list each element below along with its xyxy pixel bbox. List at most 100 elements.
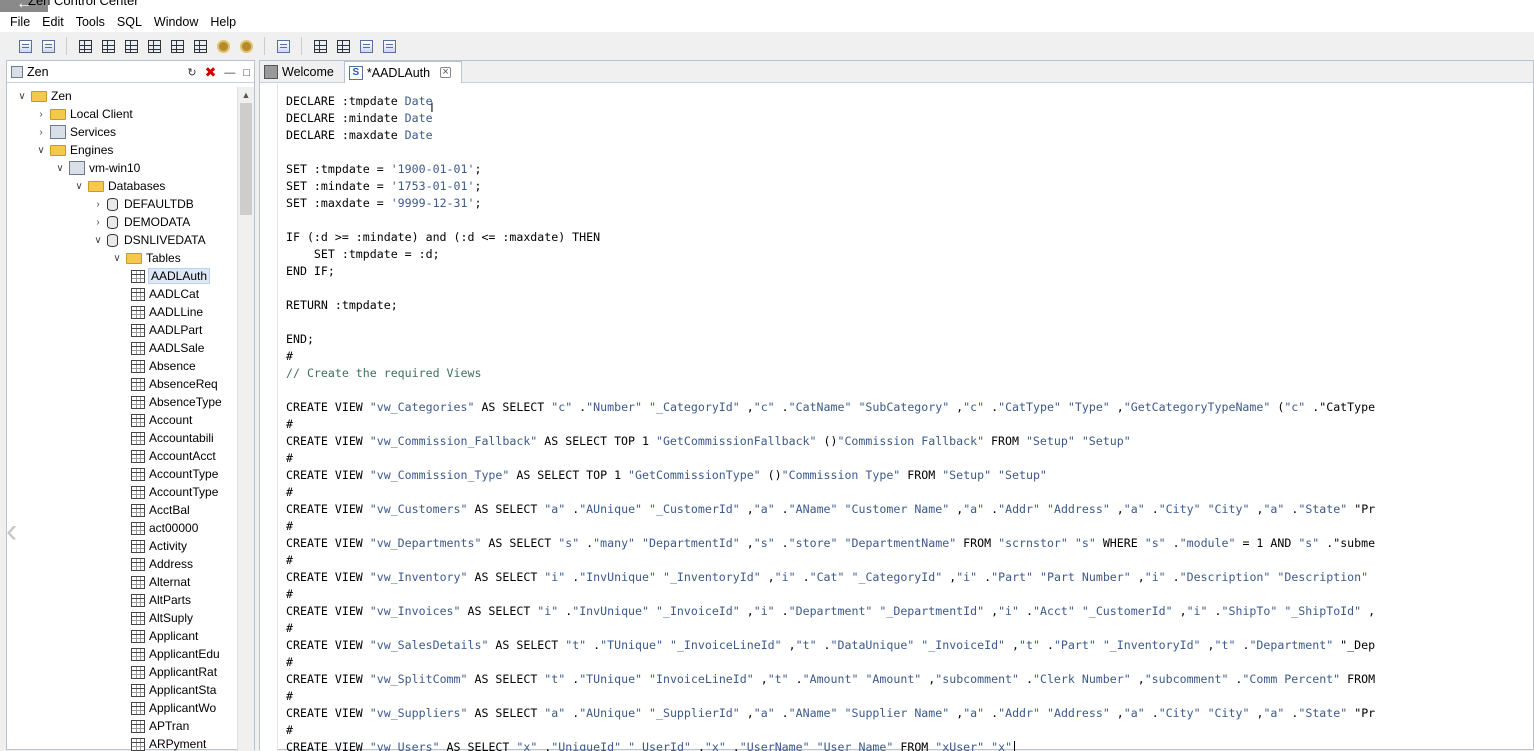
tab-welcome[interactable]: Welcome (260, 61, 344, 83)
tree-item[interactable]: act00000 (129, 519, 198, 537)
new-user-icon[interactable] (214, 37, 233, 55)
explorer-tree: ∨Zen›Local Client›Services∨Engines∨vm-wi… (7, 87, 237, 751)
tree-item[interactable]: Alternat (129, 573, 190, 591)
export-icon[interactable] (380, 37, 399, 55)
code-line: DECLARE :maxdate Date (286, 127, 1534, 144)
chevron-right-icon[interactable]: › (34, 109, 48, 120)
table-icon (131, 342, 145, 355)
tree-item[interactable]: AccountType (129, 465, 218, 483)
tree-item[interactable]: AltSuply (129, 609, 193, 627)
explorer-scrollbar[interactable]: ▲ (237, 87, 254, 751)
tree-item[interactable]: ApplicantEdu (129, 645, 220, 663)
close-tab-icon[interactable]: × (440, 67, 451, 78)
tree-item[interactable]: ∨Engines (34, 141, 113, 159)
tree-item[interactable]: AccountAcct (129, 447, 216, 465)
chevron-right-icon[interactable]: › (91, 217, 105, 228)
tree-item[interactable]: AccountType (129, 483, 218, 501)
menu-file[interactable]: File (4, 15, 36, 29)
tree-item[interactable]: ∨vm-win10 (53, 159, 140, 177)
tree-item[interactable]: ›Local Client (34, 105, 133, 123)
chevron-down-icon[interactable]: ∨ (15, 91, 29, 102)
tree-item[interactable]: Address (129, 555, 193, 573)
tree-item[interactable]: APTran (129, 717, 189, 735)
tree-item-label: ApplicantRat (149, 665, 217, 679)
code-line: CREATE VIEW "vw_Commission_Fallback" AS … (286, 433, 1534, 450)
tree-item[interactable]: AADLCat (129, 285, 199, 303)
tree-item[interactable]: ›DEMODATA (91, 213, 190, 231)
tree-item-label: AADLCat (149, 287, 199, 301)
print-icon[interactable] (39, 37, 58, 55)
new-function-icon[interactable] (168, 37, 187, 55)
new-procedure-icon[interactable] (122, 37, 141, 55)
scroll-up-icon[interactable]: ▲ (238, 87, 254, 103)
tree-item[interactable]: AADLAuth (129, 267, 209, 285)
code-line (286, 144, 1534, 161)
tree-item[interactable]: ∨Databases (72, 177, 165, 195)
code-line: RETURN :tmpdate; (286, 297, 1534, 314)
tree-item-label: Address (149, 557, 193, 571)
grid-icon[interactable] (334, 37, 353, 55)
sync-icon[interactable]: ↻ (187, 66, 196, 79)
tree-item-label: ApplicantSta (149, 683, 216, 697)
tree-item[interactable]: ARPyment (129, 735, 206, 751)
explorer-tab-label[interactable]: Zen (27, 65, 49, 79)
new-trigger-icon[interactable] (145, 37, 164, 55)
import-icon[interactable] (357, 37, 376, 55)
chevron-down-icon[interactable]: ∨ (91, 235, 105, 246)
tree-item[interactable]: AbsenceType (129, 393, 222, 411)
chevron-down-icon[interactable]: ∨ (110, 253, 124, 264)
minimize-icon[interactable]: — (224, 67, 235, 79)
tree-item[interactable]: ∨Tables (110, 249, 181, 267)
chevron-right-icon[interactable]: › (34, 127, 48, 138)
chevron-right-icon[interactable]: › (91, 199, 105, 210)
tree-item[interactable]: AbsenceReq (129, 375, 218, 393)
tree-item-label: AccountAcct (149, 449, 216, 463)
menu-tools[interactable]: Tools (70, 15, 111, 29)
close-red-icon[interactable]: ✖ (205, 64, 217, 81)
tree-item[interactable]: Applicant (129, 627, 198, 645)
chevron-down-icon[interactable]: ∨ (34, 145, 48, 156)
sql-document-icon[interactable] (274, 37, 293, 55)
tree-item[interactable]: ∨Zen (15, 87, 72, 105)
tree-item[interactable]: ApplicantRat (129, 663, 217, 681)
tab-aadlauth[interactable]: S *AADLAuth × (344, 61, 462, 83)
menu-edit[interactable]: Edit (36, 15, 70, 29)
menu-window[interactable]: Window (148, 15, 204, 29)
tree-item[interactable]: ›Services (34, 123, 116, 141)
sql-editor[interactable]: DECLARE :tmpdate DateDECLARE :mindate Da… (286, 93, 1534, 751)
maximize-icon[interactable]: □ (243, 67, 250, 79)
new-index-icon[interactable] (191, 37, 210, 55)
code-line: DECLARE :mindate Date (286, 110, 1534, 127)
menu-help[interactable]: Help (204, 15, 242, 29)
tree-item[interactable]: AADLSale (129, 339, 204, 357)
code-line (286, 212, 1534, 229)
tree-item[interactable]: AcctBal (129, 501, 190, 519)
tree-item[interactable]: Absence (129, 357, 196, 375)
tree-item[interactable]: ∨DSNLIVEDATA (91, 231, 206, 249)
editor-tabs: Welcome S *AADLAuth × (260, 61, 1533, 83)
tree-item[interactable]: AltParts (129, 591, 191, 609)
chevron-down-icon[interactable]: ∨ (72, 181, 86, 192)
tree-item[interactable]: AADLLine (129, 303, 203, 321)
new-table-icon[interactable] (76, 37, 95, 55)
tree-item[interactable]: Account (129, 411, 192, 429)
tree-item[interactable]: ›DEFAULTDB (91, 195, 194, 213)
panel-collapse-chevron-icon[interactable]: ‹ (6, 512, 17, 551)
tree-item[interactable]: ApplicantWo (129, 699, 216, 717)
tree-item[interactable]: AADLPart (129, 321, 202, 339)
tree-item[interactable]: Activity (129, 537, 187, 555)
editor-gutter (260, 84, 278, 751)
menu-sql[interactable]: SQL (111, 15, 148, 29)
tree-item[interactable]: ApplicantSta (129, 681, 216, 699)
new-group-icon[interactable] (237, 37, 256, 55)
database-icon (107, 234, 118, 247)
save-icon[interactable] (16, 37, 35, 55)
new-view-icon[interactable] (99, 37, 118, 55)
scrollbar-thumb[interactable] (240, 103, 252, 215)
tree-item[interactable]: Accountabili (129, 429, 214, 447)
code-line: IF (:d >= :mindate) and (:d <= :maxdate)… (286, 229, 1534, 246)
caret (1014, 741, 1015, 751)
folder-icon (50, 109, 66, 120)
table-designer-icon[interactable] (311, 37, 330, 55)
chevron-down-icon[interactable]: ∨ (53, 163, 67, 174)
